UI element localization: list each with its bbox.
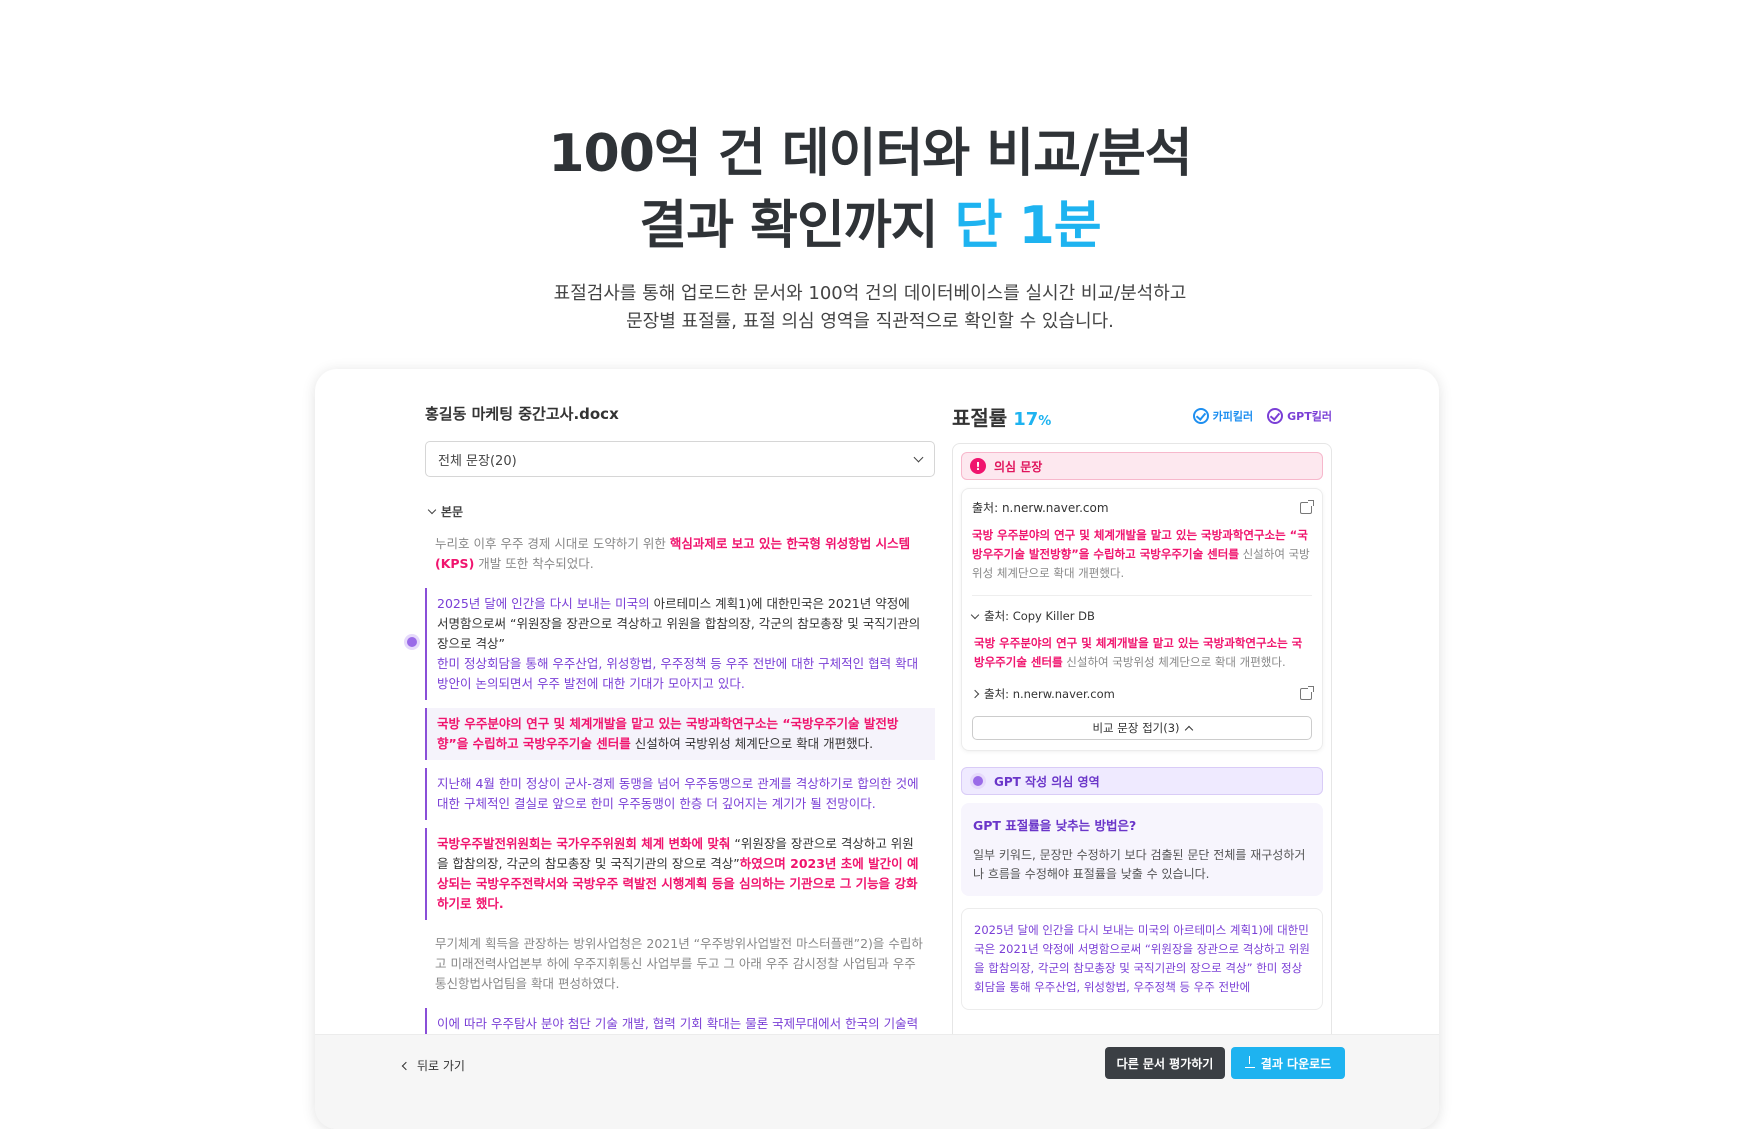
chevron-down-icon bbox=[913, 452, 924, 462]
source-toggle[interactable]: 출처: n.nerw.naver.com bbox=[970, 686, 1115, 702]
rate-unit: % bbox=[1038, 413, 1052, 429]
source-name: 출처: Copy Killer DB bbox=[984, 609, 1095, 623]
source-name: 출처: n.nerw.naver.com bbox=[972, 501, 1109, 515]
text-normal: 개발 또한 착수되었다. bbox=[474, 556, 594, 571]
chevron-down-icon bbox=[427, 505, 437, 515]
document-panel: 홍길동 마케팅 중간고사.docx 전체 문장(20) 본문 누리호 이후 우주… bbox=[425, 403, 935, 1060]
gpt-area-title: GPT 작성 의심 영역 bbox=[994, 774, 1100, 789]
paragraph-gpt[interactable]: 2025년 달에 인간을 다시 보내는 미국의 아르테미스 계획1)에 대한민국… bbox=[425, 588, 935, 700]
tip-title: GPT 표절률을 낮추는 방법은? bbox=[973, 818, 1137, 833]
text-normal: 신설하여 국방위성 체계단으로 확대 개편했다. bbox=[1062, 655, 1286, 669]
plagiarism-rate: 표절률 17% bbox=[952, 402, 1051, 431]
hero-desc-line1: 표절검사를 통해 업로드한 문서와 100억 건의 데이터베이스를 실시간 비교… bbox=[553, 283, 1187, 304]
chevron-left-icon bbox=[401, 1061, 411, 1070]
source-name: 출처: n.nerw.naver.com bbox=[984, 687, 1115, 701]
copykiller-icon bbox=[1192, 408, 1209, 424]
text-gpt: 2025년 달에 인간을 다시 보내는 미국의 bbox=[437, 596, 650, 611]
hero-title-line1: 100억 건 데이터와 비교/분석 bbox=[548, 124, 1192, 184]
download-icon bbox=[1244, 1056, 1255, 1068]
source-toggle[interactable]: 출처: Copy Killer DB bbox=[970, 608, 1312, 624]
tab-copykiller[interactable]: 카피킬러 bbox=[1192, 408, 1254, 424]
fold-compare-button[interactable]: 비교 문장 접기(3) bbox=[972, 716, 1312, 740]
chevron-right-icon bbox=[970, 689, 980, 699]
chevron-up-icon bbox=[1184, 725, 1193, 734]
evaluate-other-document-button[interactable]: 다른 문서 평가하기 bbox=[1105, 1047, 1225, 1079]
download-label: 결과 다운로드 bbox=[1260, 1056, 1332, 1071]
rate-label: 표절률 bbox=[952, 405, 1008, 430]
gpt-icon bbox=[970, 773, 986, 789]
source-text: 국방 우주분야의 연구 및 체계개발을 맡고 있는 국방과학연구소는 국방우주기… bbox=[972, 634, 1312, 672]
tab-label: 카피킬러 bbox=[1212, 410, 1254, 423]
tab-label: GPT킬러 bbox=[1287, 410, 1332, 423]
hero-description: 표절검사를 통해 업로드한 문서와 100억 건의 데이터베이스를 실시간 비교… bbox=[0, 280, 1740, 336]
result-preview-card: 홍길동 마케팅 중간고사.docx 전체 문장(20) 본문 누리호 이후 우주… bbox=[315, 369, 1439, 1129]
rate-header: 표절률 17% 카피킬러 GPT킬러 bbox=[952, 402, 1332, 431]
source-row: 출처: n.nerw.naver.com bbox=[970, 686, 1314, 702]
text-gpt: 지난해 4월 한미 정상이 군사-경제 동맹을 넘어 우주동맹으로 관계를 격상… bbox=[437, 776, 919, 811]
external-link-icon[interactable] bbox=[1300, 686, 1314, 700]
paragraph-plagiarism[interactable]: 국방 우주분야의 연구 및 체계개발을 맡고 있는 국방과학연구소는 “국방우주… bbox=[425, 708, 935, 760]
checker-tabs: 카피킬러 GPT킬러 bbox=[1192, 408, 1332, 424]
alert-icon: ! bbox=[970, 458, 986, 474]
rate-value: 17 bbox=[1013, 408, 1039, 430]
source-card: 출처: n.nerw.naver.com 국방 우주분야의 연구 및 체계개발을… bbox=[961, 488, 1323, 751]
gpt-tip-box: GPT 표절률을 낮추는 방법은? 일부 키워드, 문장만 수정하기 보다 검출… bbox=[961, 803, 1323, 896]
paragraph[interactable]: 무기체계 획득을 관장하는 방위사업청은 2021년 “우주방위사업발전 마스터… bbox=[425, 928, 935, 1000]
external-link-icon[interactable] bbox=[1300, 499, 1314, 514]
text-normal: 무기체계 획득을 관장하는 방위사업청은 2021년 “우주방위사업발전 마스터… bbox=[435, 936, 923, 991]
hero-title-line2: 결과 확인까지 bbox=[639, 196, 955, 256]
gpt-marker-icon[interactable] bbox=[404, 634, 420, 650]
paragraph[interactable]: 누리호 이후 우주 경제 시대로 도약하기 위한 핵심과제로 보고 있는 한국형… bbox=[425, 528, 935, 580]
gpt-sentence-card[interactable]: 2025년 달에 인간을 다시 보내는 미국의 아르테미스 계획1)에 대한민국… bbox=[961, 908, 1323, 1010]
hero-title: 100억 건 데이터와 비교/분석 결과 확인까지 단 1분 bbox=[0, 118, 1740, 262]
suspicious-sentence-header: ! 의심 문장 bbox=[961, 452, 1323, 480]
text-gpt: 한미 정상회담을 통해 우주산업, 위성항법, 우주정책 등 우주 전반에 대한… bbox=[437, 656, 919, 691]
hero-title-highlight: 단 1분 bbox=[954, 196, 1102, 256]
divider bbox=[972, 595, 1312, 596]
tip-text: 일부 키워드, 문장만 수정하기 보다 검출된 문단 전체를 재구성하거나 흐름… bbox=[973, 848, 1306, 881]
action-bar: 뒤로 가기 다른 문서 평가하기 결과 다운로드 bbox=[315, 1034, 1439, 1129]
text-normal: 신설하여 국방위성 체계단으로 확대 개편했다. bbox=[630, 736, 874, 751]
paragraph-plagiarism[interactable]: 국방우주발전위원회는 국가우주위원회 체계 변화에 맞춰 “위원장을 장관으로 … bbox=[425, 828, 935, 920]
section-label: 본문 bbox=[441, 505, 464, 519]
suspicious-title: 의심 문장 bbox=[994, 459, 1043, 474]
hero-desc-line2: 문장별 표절률, 표절 의심 영역을 직관적으로 확인할 수 있습니다. bbox=[626, 311, 1114, 332]
document-title: 홍길동 마케팅 중간고사.docx bbox=[425, 405, 619, 423]
chevron-down-icon bbox=[970, 610, 980, 619]
source-text: 국방 우주분야의 연구 및 체계개발을 맡고 있는 국방과학연구소는 “국방우주… bbox=[972, 526, 1312, 583]
tab-gptkiller[interactable]: GPT킬러 bbox=[1267, 408, 1332, 424]
sentence-filter-value: 전체 문장(20) bbox=[438, 453, 517, 469]
source-row: 출처: n.nerw.naver.com bbox=[972, 499, 1314, 516]
download-result-button[interactable]: 결과 다운로드 bbox=[1231, 1047, 1345, 1079]
gptkiller-icon bbox=[1267, 408, 1284, 424]
text-plagiarism: 국방우주발전위원회는 국가우주위원회 체계 변화에 맞춰 bbox=[437, 836, 731, 851]
fold-label: 비교 문장 접기(3) bbox=[1092, 721, 1180, 735]
text-normal: 누리호 이후 우주 경제 시대로 도약하기 위한 bbox=[435, 536, 670, 551]
back-label: 뒤로 가기 bbox=[417, 1059, 465, 1073]
sentence-filter-select[interactable]: 전체 문장(20) bbox=[425, 441, 935, 477]
result-panel: 표절률 17% 카피킬러 GPT킬러 ! 의심 문장 출처: n.nerw.na… bbox=[952, 403, 1332, 1103]
gpt-area-header: GPT 작성 의심 영역 bbox=[961, 767, 1323, 795]
result-detail-panel: ! 의심 문장 출처: n.nerw.naver.com 국방 우주분야의 연구… bbox=[952, 443, 1332, 1103]
hero-section: 100억 건 데이터와 비교/분석 결과 확인까지 단 1분 표절검사를 통해 … bbox=[0, 118, 1740, 336]
section-toggle-body[interactable]: 본문 bbox=[425, 503, 935, 520]
paragraph-gpt[interactable]: 지난해 4월 한미 정상이 군사-경제 동맹을 넘어 우주동맹으로 관계를 격상… bbox=[425, 768, 935, 820]
back-button[interactable]: 뒤로 가기 bbox=[401, 1057, 465, 1074]
